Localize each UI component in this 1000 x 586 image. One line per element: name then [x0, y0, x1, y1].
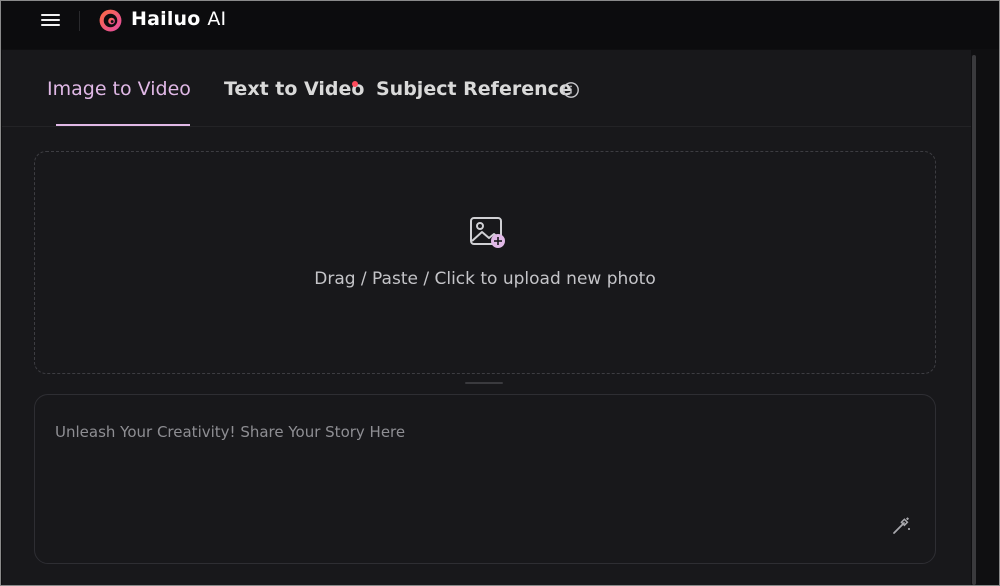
scrollbar[interactable] — [972, 55, 976, 585]
upload-dropzone[interactable]: Drag / Paste / Click to upload new photo — [34, 151, 936, 374]
upload-label: Drag / Paste / Click to upload new photo — [314, 269, 656, 289]
info-icon[interactable] — [562, 81, 580, 99]
tab-image-to-video[interactable]: Image to Video — [47, 78, 191, 100]
tab-text-to-video[interactable]: Text to Video — [224, 78, 364, 100]
prompt-placeholder: Unleash Your Creativity! Share Your Stor… — [55, 423, 406, 441]
logo-name: Hailuo — [131, 8, 201, 30]
logo-text: Hailuo AI — [131, 8, 226, 30]
active-tab-underline — [56, 124, 190, 126]
notification-dot — [352, 81, 358, 87]
tab-subject-reference[interactable]: Subject Reference — [376, 78, 572, 100]
image-add-icon — [470, 217, 505, 248]
logo-icon — [99, 9, 122, 32]
top-bar: Hailuo AI — [1, 1, 999, 49]
main-panel: Image to Video Text to Video Subject Ref… — [2, 50, 971, 585]
hamburger-menu-icon[interactable] — [41, 11, 61, 29]
magic-wand-icon[interactable] — [890, 515, 912, 537]
logo-suffix: AI — [207, 8, 227, 30]
prompt-input[interactable]: Unleash Your Creativity! Share Your Stor… — [34, 394, 936, 564]
divider — [79, 11, 80, 31]
resize-handle[interactable] — [465, 382, 503, 384]
tab-bar: Image to Video Text to Video Subject Ref… — [2, 50, 971, 127]
